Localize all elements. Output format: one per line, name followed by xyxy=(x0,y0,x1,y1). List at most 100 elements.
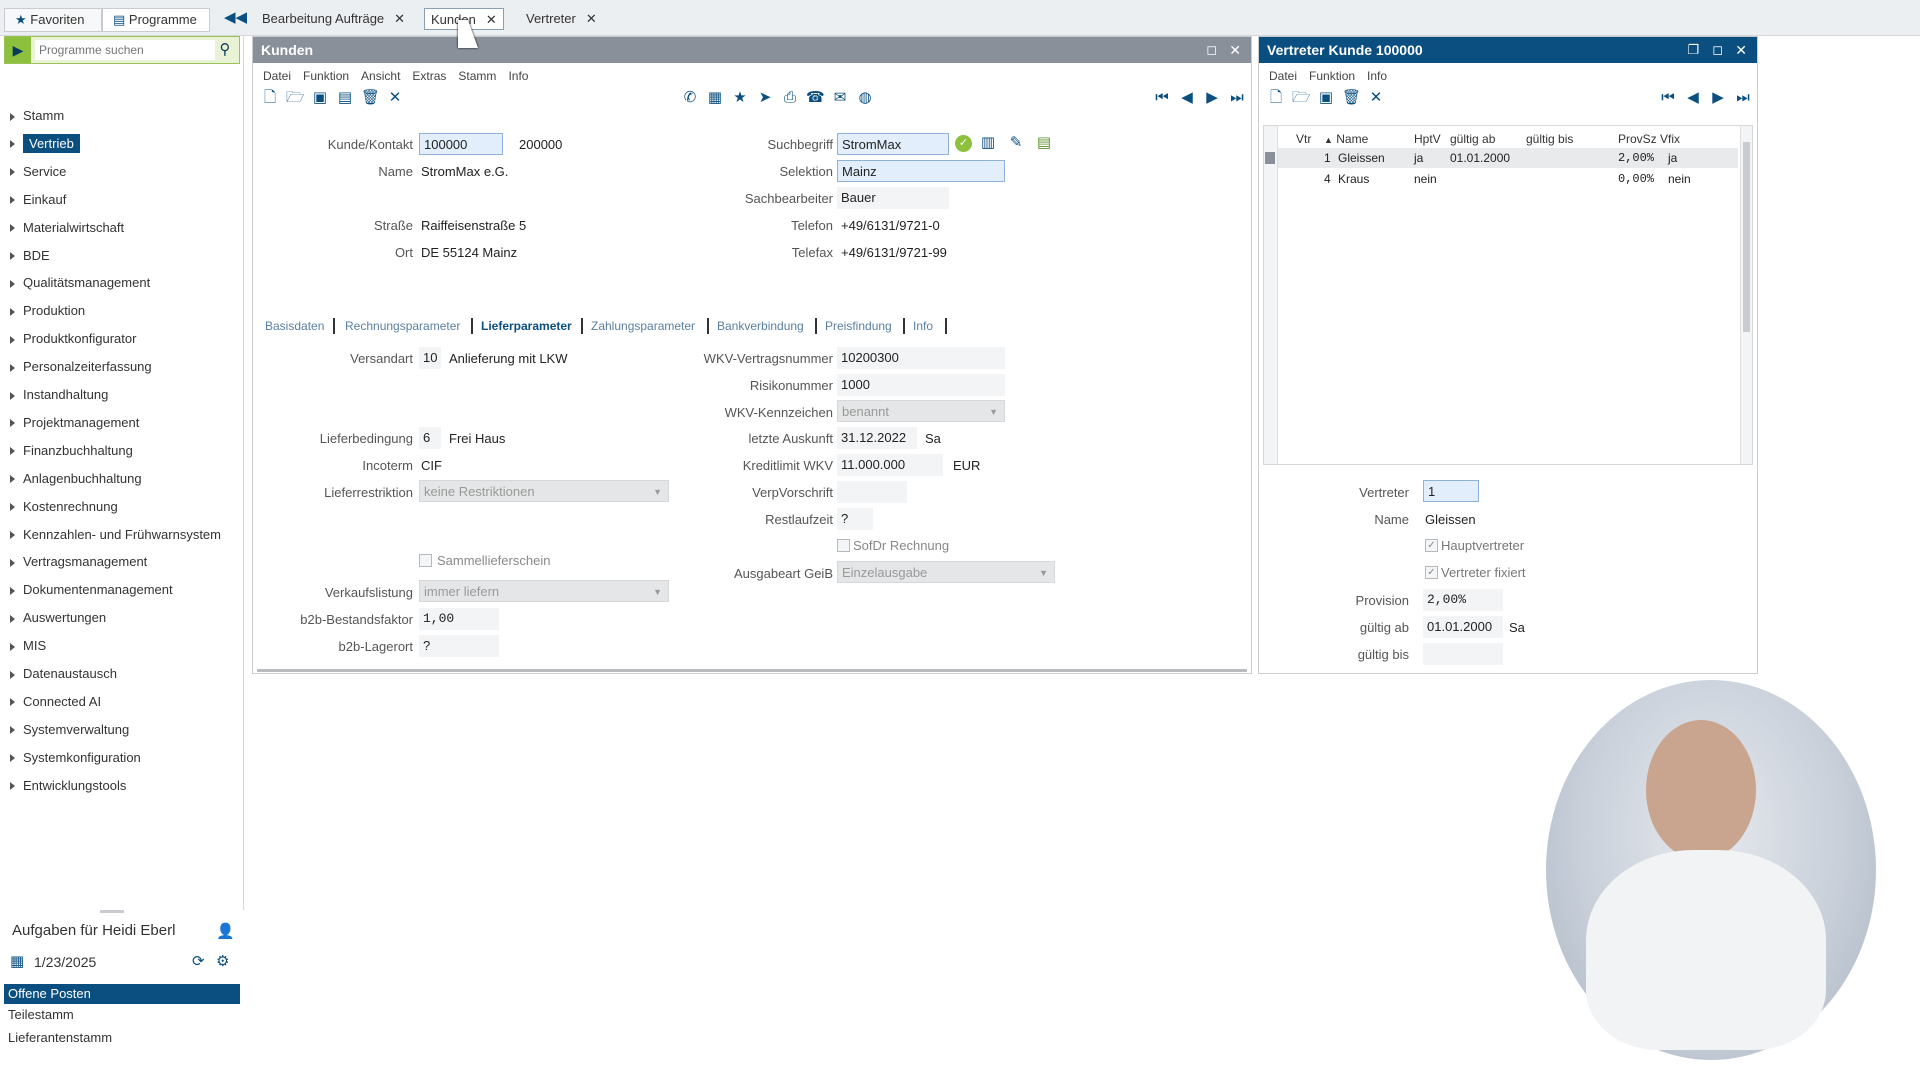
provision-field[interactable]: 2,00% xyxy=(1423,589,1503,611)
column-header-name[interactable]: ▲ Name xyxy=(1324,132,1368,146)
column-header-vtr[interactable]: Vtr xyxy=(1296,132,1311,146)
sidebar-item-mis[interactable]: MIS xyxy=(10,636,46,656)
sidebar-item-instandhaltung[interactable]: Instandhaltung xyxy=(10,385,108,405)
expand-arrow-icon[interactable] xyxy=(10,252,15,261)
sidebar-item-kostenrechnung[interactable]: Kostenrechnung xyxy=(10,497,118,517)
open-folder-icon[interactable]: 🗁 xyxy=(1292,89,1311,107)
menu-datei[interactable]: Datei xyxy=(1269,69,1297,83)
letzte-auskunft-field[interactable]: 31.12.2022 xyxy=(837,427,917,449)
selektion-field[interactable]: Mainz xyxy=(837,160,1005,182)
verkaufslistung-select[interactable]: immer liefern ▼ xyxy=(419,580,669,602)
subtab-info[interactable]: Info xyxy=(913,317,933,335)
sidebar-item-anlagenbuchhaltung[interactable]: Anlagenbuchhaltung xyxy=(10,469,142,489)
phone-icon[interactable]: ✆ xyxy=(681,89,699,107)
cancel-icon[interactable]: ✕ xyxy=(1367,89,1385,107)
sidebar-item-datenaustausch[interactable]: Datenaustausch xyxy=(10,664,117,684)
save-icon[interactable]: ▣ xyxy=(1317,89,1335,107)
expand-arrow-icon[interactable] xyxy=(10,196,15,205)
edit-icon[interactable]: ✎ xyxy=(1007,134,1025,152)
print-icon[interactable]: ⎙ xyxy=(781,89,799,107)
maximize-icon[interactable]: ◻ xyxy=(1206,37,1217,63)
sidebar-item-materialwirtschaft[interactable]: Materialwirtschaft xyxy=(10,218,124,238)
expand-arrow-icon[interactable] xyxy=(10,224,15,233)
next-record-icon[interactable]: ▶ xyxy=(1709,89,1727,107)
column-header-gueltig-bis[interactable]: gültig bis xyxy=(1526,132,1573,146)
close-icon[interactable]: ✕ xyxy=(1735,37,1747,63)
delete-icon[interactable]: 🗑 xyxy=(361,89,380,107)
prev-record-icon[interactable]: ◀ xyxy=(1178,89,1196,107)
subtab-preisfindung[interactable]: Preisfindung xyxy=(825,317,892,335)
sidebar-item-vertrieb[interactable]: Vertrieb xyxy=(10,133,80,154)
expand-arrow-icon[interactable] xyxy=(10,112,15,121)
first-record-icon[interactable]: ⏮ xyxy=(1659,89,1677,107)
subtab-bankverbindung[interactable]: Bankverbindung xyxy=(717,317,804,335)
vertreter-field[interactable]: 1 xyxy=(1423,480,1479,502)
sidebar-item-connected-ai[interactable]: Connected AI xyxy=(10,692,101,712)
expand-arrow-icon[interactable] xyxy=(10,279,15,288)
sidebar-item-qualitätsmanagement[interactable]: Qualitätsmanagement xyxy=(10,273,150,293)
vertreter-fixiert-checkbox[interactable]: ✓ xyxy=(1425,566,1438,579)
kreditlimit-field[interactable]: 11.000.000 xyxy=(837,454,943,476)
last-record-icon[interactable]: ⏭ xyxy=(1734,89,1752,107)
expand-arrow-icon[interactable] xyxy=(10,782,15,791)
close-icon[interactable]: ✕ xyxy=(486,12,497,27)
subtab-basisdaten[interactable]: Basisdaten xyxy=(265,317,324,335)
subtab-zahlungsparameter[interactable]: Zahlungsparameter xyxy=(591,317,695,335)
expand-arrow-icon[interactable] xyxy=(10,475,15,484)
expand-arrow-icon[interactable] xyxy=(10,531,15,540)
menu-ansicht[interactable]: Ansicht xyxy=(361,69,400,83)
expand-arrow-icon[interactable] xyxy=(10,558,15,567)
new-doc-icon[interactable]: 🗋 xyxy=(261,89,279,107)
sidebar-item-bde[interactable]: BDE xyxy=(10,246,50,266)
expand-arrow-icon[interactable] xyxy=(10,726,15,735)
sidebar-item-personalzeiterfassung[interactable]: Personalzeiterfassung xyxy=(10,357,152,377)
save-all-icon[interactable]: ▤ xyxy=(336,89,354,107)
globe-icon[interactable]: ◍ xyxy=(856,89,874,107)
menu-funktion[interactable]: Funktion xyxy=(1309,69,1355,83)
sidebar-item-service[interactable]: Service xyxy=(10,162,66,182)
expand-arrow-icon[interactable] xyxy=(10,754,15,763)
gear-icon[interactable]: ⚙ xyxy=(216,952,229,970)
task-item[interactable]: Lieferantenstamm xyxy=(8,1030,112,1045)
expand-arrow-icon[interactable] xyxy=(10,503,15,512)
expand-arrow-icon[interactable] xyxy=(10,335,15,344)
notes-icon[interactable]: ▤ xyxy=(1035,134,1053,152)
table-row-selected[interactable]: 1 Gleissen ja 01.01.2000 2,00% ja xyxy=(1265,148,1738,168)
expand-arrow-icon[interactable] xyxy=(10,586,15,595)
play-icon[interactable]: ▶ xyxy=(5,37,31,63)
expand-arrow-icon[interactable] xyxy=(10,698,15,707)
calendar-icon[interactable]: ▦ xyxy=(10,952,24,970)
refresh-icon[interactable]: ⟳ xyxy=(192,952,205,970)
maximize-icon[interactable]: ◻ xyxy=(1712,37,1723,63)
expand-arrow-icon[interactable] xyxy=(10,614,15,623)
b2b-lagerort-field[interactable]: ? xyxy=(419,635,499,657)
collapse-sidebar-icon[interactable]: ◀◀ xyxy=(224,8,247,26)
sidebar-item-auswertungen[interactable]: Auswertungen xyxy=(10,608,106,628)
sachbearbeiter-field[interactable]: Bauer xyxy=(837,187,949,209)
favorites-tab[interactable]: ★ Favoriten xyxy=(4,8,102,32)
sidebar-item-projektmanagement[interactable]: Projektmanagement xyxy=(10,413,139,433)
expand-arrow-icon[interactable] xyxy=(10,419,15,428)
new-doc-icon[interactable]: 🗋 xyxy=(1267,89,1285,107)
menu-datei[interactable]: Datei xyxy=(263,69,291,83)
wkv-vertragsnummer-field[interactable]: 10200300 xyxy=(837,347,1005,369)
close-icon[interactable]: ✕ xyxy=(586,11,597,26)
verpvorschrift-field[interactable] xyxy=(837,481,907,503)
program-search-input[interactable] xyxy=(35,40,215,60)
cancel-icon[interactable]: ✕ xyxy=(386,89,404,107)
sidebar-item-entwicklungstools[interactable]: Entwicklungstools xyxy=(10,776,126,796)
sidebar-item-dokumentenmanagement[interactable]: Dokumentenmanagement xyxy=(10,580,173,600)
expand-arrow-icon[interactable] xyxy=(10,447,15,456)
versandart-code-field[interactable]: 10 xyxy=(419,347,441,369)
lieferbedingung-code-field[interactable]: 6 xyxy=(419,427,441,449)
column-header-vfix[interactable]: Vfix xyxy=(1660,132,1680,146)
wkv-kennzeichen-select[interactable]: benannt ▼ xyxy=(837,400,1005,422)
sidebar-item-kennzahlen-und-frühwarnsystem[interactable]: Kennzahlen- und Frühwarnsystem xyxy=(10,525,221,545)
sidebar-item-finanzbuchhaltung[interactable]: Finanzbuchhaltung xyxy=(10,441,133,461)
suchbegriff-field[interactable]: StromMax xyxy=(837,133,949,155)
close-icon[interactable]: ✕ xyxy=(394,11,405,26)
next-record-icon[interactable]: ▶ xyxy=(1203,89,1221,107)
check-icon[interactable]: ✓ xyxy=(955,135,972,152)
vertical-scrollbar[interactable] xyxy=(1740,126,1752,464)
sidebar-item-einkauf[interactable]: Einkauf xyxy=(10,190,66,210)
